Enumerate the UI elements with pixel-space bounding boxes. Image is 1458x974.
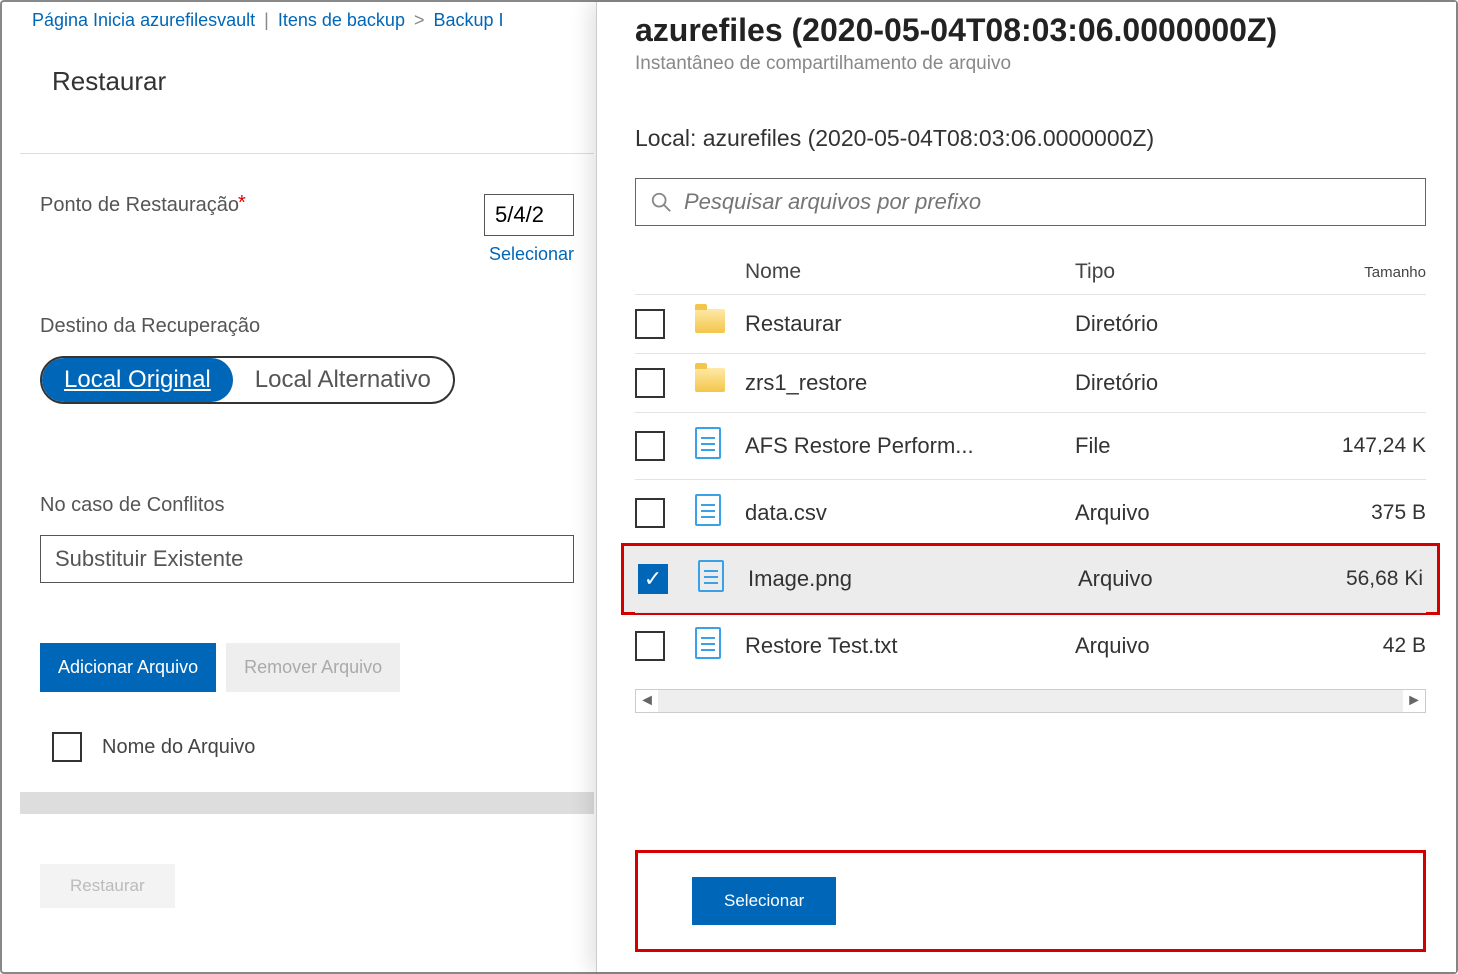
file-icon bbox=[695, 494, 745, 532]
file-row[interactable]: ✓ Image.pngArquivo56,68 Ki bbox=[621, 543, 1440, 615]
row-name: Restaurar bbox=[745, 311, 1075, 337]
row-name: data.csv bbox=[745, 500, 1075, 526]
row-size: 56,68 Ki bbox=[1328, 567, 1423, 591]
divider bbox=[20, 153, 594, 154]
row-name: Restore Test.txt bbox=[745, 633, 1075, 659]
restore-point-input[interactable] bbox=[484, 194, 574, 236]
scroll-right-icon[interactable]: ► bbox=[1403, 692, 1425, 710]
scroll-left-icon[interactable]: ◄ bbox=[636, 692, 658, 710]
file-row[interactable]: zrs1_restoreDiretório bbox=[635, 353, 1426, 412]
file-row[interactable]: AFS Restore Perform...File147,24 K bbox=[635, 412, 1426, 479]
row-size: 147,24 K bbox=[1325, 434, 1426, 458]
row-checkbox[interactable] bbox=[635, 309, 665, 339]
search-box[interactable] bbox=[635, 178, 1426, 226]
add-file-button[interactable]: Adicionar Arquivo bbox=[40, 643, 216, 692]
row-type: Arquivo bbox=[1075, 500, 1325, 526]
file-icon bbox=[695, 627, 745, 665]
pill-alternate-location[interactable]: Local Alternativo bbox=[233, 358, 453, 402]
row-checkbox[interactable] bbox=[635, 368, 665, 398]
search-input[interactable] bbox=[684, 189, 1411, 215]
file-row[interactable]: Restore Test.txtArquivo42 B bbox=[635, 612, 1426, 679]
conflicts-select[interactable]: Substituir Existente bbox=[40, 535, 574, 583]
restore-button: Restaurar bbox=[40, 864, 175, 908]
file-icon bbox=[698, 560, 748, 598]
file-icon bbox=[695, 427, 745, 465]
col-name: Nome bbox=[745, 260, 1075, 284]
col-size: Tamanho bbox=[1325, 264, 1426, 281]
page-title: Restaurar bbox=[52, 66, 562, 97]
pill-original-location[interactable]: Local Original bbox=[42, 358, 233, 402]
restore-point-label: Ponto de Restauração bbox=[40, 194, 444, 217]
remove-file-button: Remover Arquivo bbox=[226, 643, 400, 692]
row-type: Diretório bbox=[1075, 370, 1325, 396]
blade-subtitle: Instantâneo de compartilhamento de arqui… bbox=[635, 53, 1426, 75]
row-checkbox[interactable]: ✓ bbox=[638, 564, 668, 594]
select-button-highlight: Selecionar bbox=[635, 850, 1426, 952]
file-picker-blade: azurefiles (2020-05-04T08:03:06.0000000Z… bbox=[596, 2, 1456, 972]
select-restore-point-link[interactable]: Selecionar bbox=[489, 244, 574, 265]
row-name: zrs1_restore bbox=[745, 370, 1075, 396]
row-checkbox[interactable] bbox=[635, 631, 665, 661]
folder-icon bbox=[695, 368, 745, 398]
destination-toggle: Local Original Local Alternativo bbox=[40, 356, 455, 404]
blade-title: azurefiles (2020-05-04T08:03:06.0000000Z… bbox=[635, 12, 1426, 49]
row-checkbox[interactable] bbox=[635, 431, 665, 461]
row-type: File bbox=[1075, 433, 1325, 459]
col-type: Tipo bbox=[1075, 260, 1325, 284]
blade-horizontal-scrollbar[interactable]: ◄ ► bbox=[635, 689, 1426, 713]
row-type: Arquivo bbox=[1078, 566, 1328, 592]
row-name: Image.png bbox=[748, 566, 1078, 592]
recovery-destination-label: Destino da Recuperação bbox=[40, 315, 574, 338]
row-type: Arquivo bbox=[1075, 633, 1325, 659]
row-size: 375 B bbox=[1325, 501, 1426, 525]
row-checkbox[interactable] bbox=[635, 498, 665, 528]
file-row[interactable]: RestaurarDiretório bbox=[635, 294, 1426, 353]
select-all-checkbox[interactable] bbox=[52, 732, 82, 762]
folder-icon bbox=[695, 309, 745, 339]
file-table-body: RestaurarDiretóriozrs1_restoreDiretórioA… bbox=[635, 294, 1426, 679]
file-row[interactable]: data.csvArquivo375 B bbox=[635, 479, 1426, 546]
filename-header: Nome do Arquivo bbox=[102, 736, 255, 759]
select-button[interactable]: Selecionar bbox=[692, 877, 836, 925]
search-icon bbox=[650, 191, 672, 213]
row-name: AFS Restore Perform... bbox=[745, 433, 1075, 459]
conflicts-label: No caso de Conflitos bbox=[40, 494, 574, 517]
row-type: Diretório bbox=[1075, 311, 1325, 337]
row-size: 42 B bbox=[1325, 634, 1426, 658]
horizontal-scrollbar[interactable] bbox=[20, 792, 594, 814]
file-table-header: Nome Tipo Tamanho bbox=[635, 250, 1426, 294]
blade-location: Local: azurefiles (2020-05-04T08:03:06.0… bbox=[635, 125, 1426, 152]
restore-panel: Restaurar Ponto de Restauração Seleciona… bbox=[22, 2, 592, 972]
